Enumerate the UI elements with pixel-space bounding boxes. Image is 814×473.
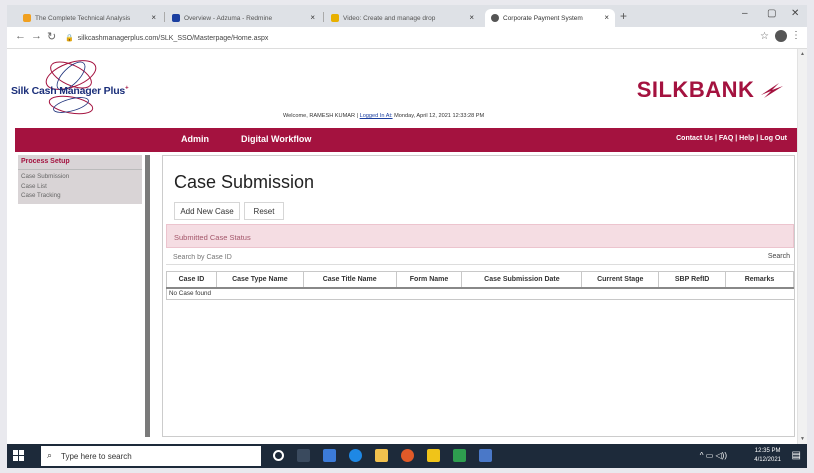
submitted-case-status-heading: Submitted Case Status bbox=[166, 224, 794, 248]
column-header[interactable]: Case ID bbox=[166, 271, 217, 289]
tab-close-icon[interactable]: × bbox=[469, 13, 474, 22]
minimize-button[interactable]: – bbox=[742, 8, 748, 19]
column-header[interactable]: Current Stage bbox=[581, 271, 660, 289]
tray-icons[interactable]: ^ ▭ ◁)) bbox=[700, 451, 727, 460]
silk-cash-manager-logo[interactable]: Silk Cash Manager Plus+ bbox=[11, 55, 129, 119]
page-scrollbar[interactable]: ▲ ▼ bbox=[797, 49, 807, 444]
case-table: Case ID Case Type Name Case Title Name F… bbox=[166, 271, 794, 300]
tab-favicon bbox=[23, 14, 31, 22]
chrome-browser-icon[interactable] bbox=[401, 449, 414, 462]
sidebar: Process Setup Case Submission Case List … bbox=[18, 155, 150, 437]
case-id-search-input[interactable] bbox=[166, 251, 746, 264]
logo-text: Silk Cash Manager Plus bbox=[11, 85, 126, 97]
taskbar-search-box[interactable]: ⌕ Type here to search bbox=[41, 446, 261, 466]
windows-taskbar: ⌕ Type here to search ^ ▭ ◁)) 12:35 PM 4… bbox=[7, 444, 807, 468]
column-header[interactable]: Case Type Name bbox=[215, 271, 304, 289]
browser-tab-1[interactable]: The Complete Technical Analysis × bbox=[17, 9, 162, 27]
lock-icon: 🔒 bbox=[65, 35, 74, 42]
column-header[interactable]: Case Submission Date bbox=[461, 271, 583, 289]
search-icon: ⌕ bbox=[47, 450, 53, 460]
bookmark-star-icon[interactable]: ☆ bbox=[760, 31, 769, 42]
tab-strip: The Complete Technical Analysis × Overvi… bbox=[7, 5, 807, 27]
browser-tab-active[interactable]: Corporate Payment System × bbox=[485, 9, 615, 27]
menu-kebab-icon[interactable]: ⋮ bbox=[791, 30, 801, 41]
sticky-notes-icon[interactable] bbox=[427, 449, 440, 462]
welcome-message: Welcome, RAMESH KUMAR | Logged In At: Mo… bbox=[283, 113, 485, 119]
main-panel: Case Submission Add New Case Reset Submi… bbox=[162, 155, 795, 437]
browser-tab-3[interactable]: Video: Create and manage drop × bbox=[325, 9, 480, 27]
tab-favicon bbox=[331, 14, 339, 22]
app-icon[interactable] bbox=[479, 449, 492, 462]
add-new-case-button[interactable]: Add New Case bbox=[174, 202, 240, 220]
nav-item-digital-workflow[interactable]: Digital Workflow bbox=[241, 134, 311, 144]
edge-browser-icon[interactable] bbox=[349, 449, 362, 462]
folder-icon[interactable] bbox=[375, 449, 388, 462]
column-header[interactable]: Case Title Name bbox=[302, 271, 397, 289]
page-header: Silk Cash Manager Plus+ SILKBANK Welcome… bbox=[7, 49, 797, 128]
sidebar-item-case-list[interactable]: Case List bbox=[21, 182, 139, 192]
windows-start-icon[interactable] bbox=[13, 450, 24, 461]
content-area: Process Setup Case Submission Case List … bbox=[15, 152, 797, 437]
brand-arrow-icon bbox=[761, 83, 783, 98]
silkbank-logo[interactable]: SILKBANK bbox=[637, 77, 783, 103]
column-header[interactable]: SBP RefID bbox=[658, 271, 727, 289]
browser-window: The Complete Technical Analysis × Overvi… bbox=[7, 5, 807, 468]
tab-close-icon[interactable]: × bbox=[310, 13, 315, 22]
task-view-icon[interactable] bbox=[297, 449, 310, 462]
profile-avatar-icon[interactable] bbox=[775, 30, 787, 42]
sidebar-heading: Process Setup bbox=[18, 155, 142, 169]
taskbar-clock[interactable]: 12:35 PM 4/12/2021 bbox=[754, 447, 781, 465]
tab-favicon bbox=[172, 14, 180, 22]
sidebar-item-case-tracking[interactable]: Case Tracking bbox=[21, 191, 139, 201]
browser-tab-2[interactable]: Overview - Adzuma - Redmine × bbox=[166, 9, 321, 27]
scroll-down-arrow-icon[interactable]: ▼ bbox=[800, 436, 805, 442]
empty-table-message: No Case found bbox=[166, 287, 794, 300]
search-row: Search bbox=[166, 251, 794, 265]
reload-icon[interactable]: ↻ bbox=[47, 30, 56, 43]
url-field[interactable]: 🔒 silkcashmanagerplus.com/SLK_SSO/Master… bbox=[65, 31, 745, 45]
nav-utility-links[interactable]: Contact Us | FAQ | Help | Log Out bbox=[676, 135, 787, 142]
search-button[interactable]: Search bbox=[768, 253, 790, 260]
tab-close-icon[interactable]: × bbox=[151, 13, 156, 22]
restore-button[interactable]: ▢ bbox=[767, 8, 776, 19]
table-row: No Case found bbox=[166, 287, 794, 300]
nav-item-admin[interactable]: Admin bbox=[181, 134, 209, 144]
file-explorer-icon[interactable] bbox=[323, 449, 336, 462]
cortana-icon[interactable] bbox=[273, 450, 284, 461]
sidebar-menu: Case Submission Case List Case Tracking bbox=[18, 169, 142, 204]
reset-button[interactable]: Reset bbox=[244, 202, 284, 220]
excel-icon[interactable] bbox=[453, 449, 466, 462]
logo-plus-mark: + bbox=[125, 85, 129, 92]
forward-arrow-icon[interactable]: → bbox=[31, 30, 42, 42]
page-title: Case Submission bbox=[174, 172, 315, 192]
column-header[interactable]: Remarks bbox=[725, 271, 794, 289]
back-arrow-icon[interactable]: ← bbox=[15, 30, 26, 42]
sidebar-item-case-submission[interactable]: Case Submission bbox=[21, 172, 139, 182]
logged-in-link[interactable]: Logged In At: bbox=[360, 113, 393, 119]
scroll-up-arrow-icon[interactable]: ▲ bbox=[800, 51, 805, 57]
tab-close-icon[interactable]: × bbox=[604, 13, 609, 22]
column-header[interactable]: Form Name bbox=[395, 271, 463, 289]
new-tab-button[interactable]: + bbox=[620, 9, 627, 23]
window-close-button[interactable]: ✕ bbox=[791, 8, 799, 19]
table-header-row: Case ID Case Type Name Case Title Name F… bbox=[166, 271, 794, 289]
tab-favicon bbox=[491, 14, 499, 22]
address-bar: ← → ↻ 🔒 silkcashmanagerplus.com/SLK_SSO/… bbox=[7, 27, 807, 49]
notification-icon[interactable]: ▤ bbox=[792, 450, 801, 461]
main-nav-bar: Admin Digital Workflow Contact Us | FAQ … bbox=[15, 128, 797, 152]
